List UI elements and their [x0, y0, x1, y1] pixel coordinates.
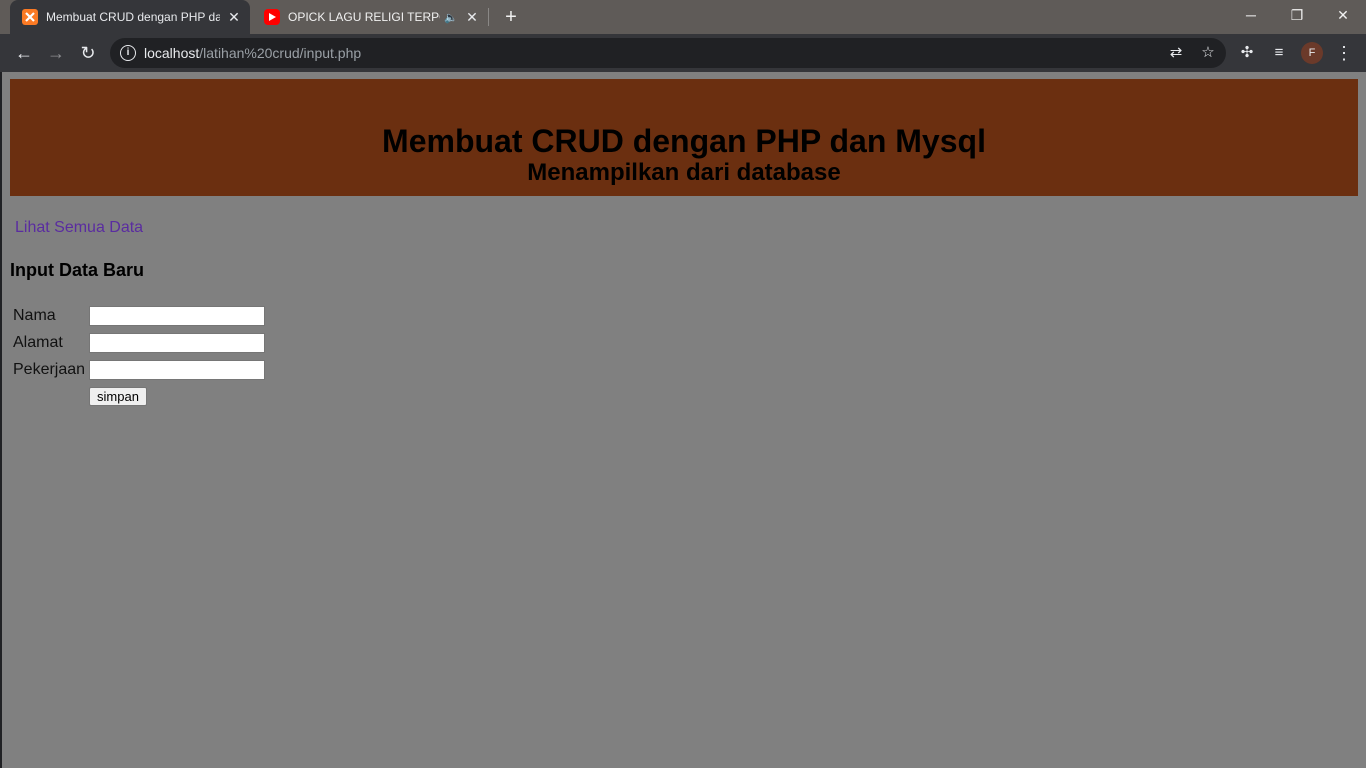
pekerjaan-input[interactable]: [89, 360, 265, 380]
page-viewport: Membuat CRUD dengan PHP dan Mysql Menamp…: [2, 72, 1366, 768]
tab-strip: Membuat CRUD dengan PHP dan Mysql ✕ OPIC…: [0, 0, 1366, 34]
tab-separator: [488, 8, 489, 26]
browser-toolbar: ← → ↻ i localhost/latihan%20crud/input.p…: [0, 34, 1366, 72]
close-icon[interactable]: ✕: [226, 9, 242, 25]
alamat-input[interactable]: [89, 333, 265, 353]
reload-icon[interactable]: ↻: [75, 40, 101, 66]
address-bar[interactable]: i localhost/latihan%20crud/input.php ⇄ ☆: [110, 38, 1226, 68]
url-text[interactable]: localhost/latihan%20crud/input.php: [144, 45, 361, 61]
tab-title: Membuat CRUD dengan PHP dan Mysql: [46, 10, 220, 24]
page-title: Membuat CRUD dengan PHP dan Mysql: [382, 123, 986, 159]
star-icon[interactable]: ☆: [1198, 43, 1218, 63]
field-label: Pekerjaan: [13, 361, 86, 378]
tab-crud[interactable]: Membuat CRUD dengan PHP dan Mysql ✕: [10, 0, 250, 34]
extensions-icon[interactable]: ✣: [1234, 40, 1260, 66]
new-tab-button[interactable]: +: [500, 6, 522, 28]
field-label: Alamat: [13, 334, 63, 351]
field-label: Nama: [13, 307, 56, 324]
info-icon[interactable]: i: [120, 45, 136, 61]
media-control-icon[interactable]: ≡: [1266, 40, 1292, 66]
minimize-button[interactable]: ─: [1228, 0, 1274, 30]
nama-input[interactable]: [89, 306, 265, 326]
back-icon[interactable]: ←: [11, 40, 37, 66]
translate-icon[interactable]: ⇄: [1166, 43, 1186, 63]
view-all-data-link[interactable]: Lihat Semua Data: [15, 219, 143, 237]
form-heading: Input Data Baru: [10, 260, 145, 280]
menu-icon[interactable]: ⋮: [1331, 40, 1357, 66]
close-window-button[interactable]: ✕: [1320, 0, 1366, 30]
avatar[interactable]: F: [1301, 42, 1323, 64]
page-subtitle: Menampilkan dari database: [527, 159, 841, 186]
simpan-button[interactable]: simpan: [89, 387, 147, 406]
xampp-icon: [22, 9, 38, 25]
forward-icon[interactable]: →: [43, 40, 69, 66]
close-icon[interactable]: ✕: [464, 9, 480, 25]
speaker-icon[interactable]: 🔈: [444, 11, 458, 24]
tab-youtube[interactable]: OPICK LAGU RELIGI TERPOPULER 🔈 ✕: [252, 0, 488, 34]
tab-title: OPICK LAGU RELIGI TERPOPULER: [288, 10, 440, 24]
youtube-icon: [264, 9, 280, 25]
restore-button[interactable]: ❐: [1274, 0, 1320, 30]
header-banner: Membuat CRUD dengan PHP dan Mysql Menamp…: [10, 79, 1358, 196]
